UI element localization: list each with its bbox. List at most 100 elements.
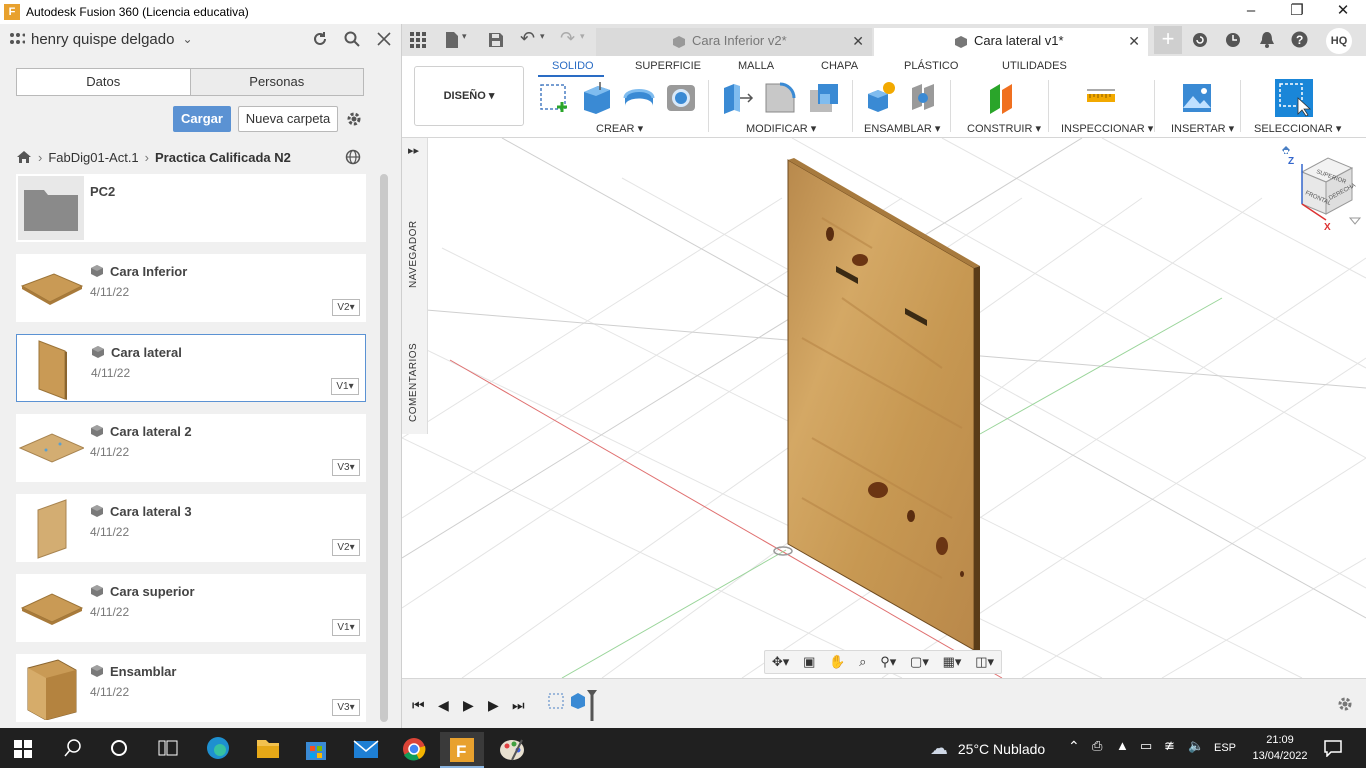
clock[interactable]: 21:09 13/04/2022 — [1248, 732, 1312, 764]
wifi-icon[interactable]: ≇ — [1164, 738, 1175, 754]
select-tool-icon[interactable] — [1274, 78, 1314, 118]
viewports-icon[interactable]: ◫▾ — [975, 654, 994, 670]
home-icon[interactable] — [16, 150, 32, 164]
extrude-icon[interactable] — [580, 80, 614, 114]
help-icon[interactable]: ? — [1291, 31, 1308, 48]
save-icon[interactable] — [488, 32, 504, 48]
version-dropdown[interactable]: V3▾ — [332, 699, 360, 716]
timeline-first-icon[interactable]: ⏮ — [412, 697, 425, 714]
tab-datos[interactable]: Datos — [17, 69, 190, 95]
viewport-scene[interactable] — [402, 138, 1366, 678]
tab-personas[interactable]: Personas — [189, 69, 363, 95]
workspace-dropdown[interactable]: DISEÑO ▾ — [414, 66, 524, 126]
group-construir[interactable]: CONSTRUIR ▾ — [967, 122, 1041, 135]
group-ensamblar[interactable]: ENSAMBLAR ▾ — [864, 122, 940, 135]
username[interactable]: henry quispe delgado — [31, 31, 174, 48]
doc-tab-cara-lateral[interactable]: Cara lateral v1* ✕ — [874, 28, 1148, 56]
extensions-icon[interactable] — [1192, 32, 1208, 48]
group-inspeccionar[interactable]: INSPECCIONAR ▾ — [1061, 122, 1153, 135]
battery-icon[interactable]: ▭ — [1140, 738, 1152, 754]
comentarios-toggle[interactable]: COMENTARIOS — [408, 343, 419, 422]
usb-icon[interactable]: ▲ — [1116, 738, 1129, 753]
timeline-extrude-feature-icon[interactable] — [570, 691, 586, 709]
windows-start-icon[interactable] — [14, 740, 32, 758]
timeline-play-icon[interactable]: ▶ — [463, 697, 474, 714]
combine-icon[interactable] — [806, 80, 840, 114]
timeline-next-icon[interactable]: ▶ — [488, 697, 499, 714]
version-dropdown[interactable]: V3▾ — [332, 459, 360, 476]
tab-plastico[interactable]: PLÁSTICO — [904, 60, 958, 72]
folder-item[interactable]: PC2 — [16, 174, 366, 242]
view-cube[interactable]: SUPERIOR FRONTAL DERECHA Z X — [1278, 142, 1364, 234]
doc-tab-cara-inferior[interactable]: Cara Inferior v2* ✕ — [596, 28, 872, 56]
grid-settings-icon[interactable]: ▦▾ — [943, 654, 962, 670]
insert-image-icon[interactable] — [1180, 80, 1214, 114]
new-component-icon[interactable] — [864, 80, 898, 114]
revolve-icon[interactable] — [622, 80, 656, 114]
grid-dots-icon[interactable] — [9, 32, 25, 46]
user-avatar[interactable]: HQ — [1326, 28, 1352, 54]
minimize-button[interactable]: – — [1228, 0, 1274, 24]
chevron-down-icon[interactable]: ▾ — [580, 31, 585, 42]
refresh-icon[interactable] — [312, 31, 328, 47]
close-tab-icon[interactable]: ✕ — [1128, 28, 1140, 54]
tab-malla[interactable]: MALLA — [738, 60, 774, 72]
taskbar-search-icon[interactable] — [64, 739, 82, 757]
pan-hand-icon[interactable]: ✋ — [829, 654, 845, 670]
close-panel-icon[interactable] — [377, 32, 391, 46]
viewcube-menu-icon[interactable] — [1348, 217, 1362, 225]
offset-plane-icon[interactable] — [984, 80, 1018, 114]
tab-solido[interactable]: SOLIDO — [552, 60, 594, 72]
timeline-previous-icon[interactable]: ◀ — [438, 697, 449, 714]
file-explorer-icon[interactable] — [246, 732, 290, 768]
tab-superficie[interactable]: SUPERFICIE — [635, 60, 701, 72]
chevron-down-icon[interactable]: ▾ — [462, 31, 467, 42]
file-item-cara-superior[interactable]: Cara superior 4/11/22 V1▾ — [16, 574, 366, 642]
new-tab-button[interactable]: + — [1154, 26, 1182, 54]
fusion-360-taskbar-icon[interactable]: F — [440, 732, 484, 768]
measure-icon[interactable] — [1084, 80, 1118, 114]
shell-icon[interactable] — [664, 80, 698, 114]
version-dropdown[interactable]: V2▾ — [332, 539, 360, 556]
globe-icon[interactable] — [345, 149, 361, 165]
version-dropdown[interactable]: V1▾ — [331, 378, 359, 395]
restore-button[interactable]: ❐ — [1274, 0, 1320, 24]
zoom-icon[interactable]: ⌕ — [859, 654, 866, 670]
chevron-down-icon[interactable]: ▾ — [540, 31, 545, 42]
job-status-icon[interactable] — [1225, 32, 1241, 48]
timeline-sketch-feature-icon[interactable] — [548, 693, 564, 709]
expand-browser-icon[interactable]: ▸▸ — [408, 144, 419, 157]
file-list-scrollbar[interactable] — [380, 174, 388, 722]
close-tab-icon[interactable]: ✕ — [852, 28, 864, 54]
version-dropdown[interactable]: V1▾ — [332, 619, 360, 636]
file-menu-icon[interactable] — [444, 31, 460, 49]
cortana-icon[interactable] — [110, 739, 128, 757]
orbit-icon[interactable]: ✥▾ — [772, 654, 789, 670]
notifications-bell-icon[interactable] — [1259, 31, 1275, 48]
breadcrumb-project[interactable]: FabDig01-Act.1 — [48, 150, 138, 165]
group-modificar[interactable]: MODIFICAR ▾ — [746, 122, 816, 135]
fit-zoom-icon[interactable]: ⚲▾ — [880, 654, 896, 670]
display-settings-icon[interactable]: ▢▾ — [910, 654, 929, 670]
chevron-down-icon[interactable]: ⌄ — [182, 32, 192, 46]
search-icon[interactable] — [344, 31, 360, 47]
volume-icon[interactable]: 🔈 — [1188, 738, 1204, 754]
notifications-center-icon[interactable] — [1324, 739, 1342, 757]
upload-button[interactable]: Cargar — [173, 106, 231, 132]
create-sketch-icon[interactable] — [538, 80, 572, 114]
edge-browser-icon[interactable] — [196, 732, 240, 768]
group-insertar[interactable]: INSERTAR ▾ — [1171, 122, 1234, 135]
group-crear[interactable]: CREAR ▾ — [596, 122, 643, 135]
mail-icon[interactable] — [344, 732, 388, 768]
file-item-cara-lateral-2[interactable]: Cara lateral 2 4/11/22 V3▾ — [16, 414, 366, 482]
fillet-icon[interactable] — [762, 80, 796, 114]
press-pull-icon[interactable] — [720, 80, 754, 114]
file-item-cara-lateral-3[interactable]: Cara lateral 3 4/11/22 V2▾ — [16, 494, 366, 562]
apps-grid-icon[interactable] — [410, 32, 426, 48]
settings-gear-icon[interactable] — [345, 110, 363, 128]
file-item-cara-lateral[interactable]: Cara lateral 4/11/22 V1▾ — [16, 334, 366, 402]
paint-icon[interactable] — [490, 732, 534, 768]
timeline-last-icon[interactable]: ⏭ — [512, 697, 525, 714]
microsoft-store-icon[interactable] — [294, 732, 338, 768]
timeline-settings-gear-icon[interactable] — [1336, 695, 1354, 713]
